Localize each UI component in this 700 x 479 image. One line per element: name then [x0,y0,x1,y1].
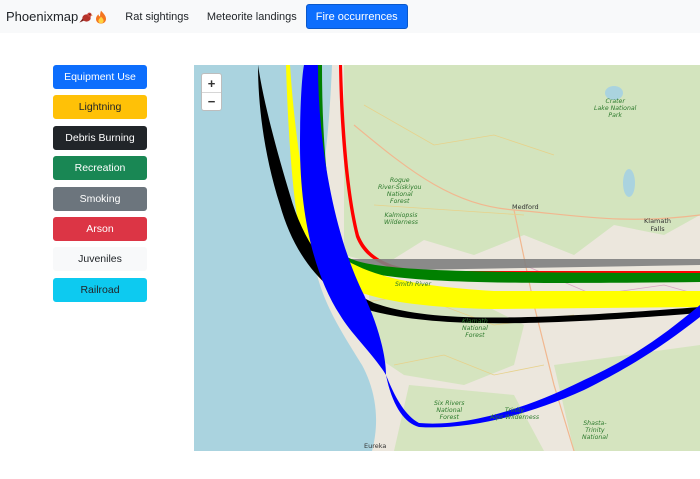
lake [623,169,635,197]
nav-rat-sightings[interactable]: Rat sightings [116,4,198,29]
rogue-river-label: Rogue River-Siskiyou National Forest [378,177,422,205]
brand[interactable]: Phoenixmap [0,0,108,33]
zoom-in-button[interactable]: + [202,74,221,92]
cause-filter-list: Equipment Use Lightning Debris Burning R… [53,65,147,308]
eureka-label: Eureka [364,442,387,450]
zoom-out-button[interactable]: − [202,92,221,110]
klamath-forest-label: Klamath National Forest [462,318,488,339]
filter-railroad-button[interactable]: Railroad [53,277,147,302]
filter-smoking-button[interactable]: Smoking [53,186,147,211]
filter-juveniles-button[interactable]: Juveniles [53,247,147,272]
filter-debris-burning-button[interactable]: Debris Burning [53,125,147,150]
fire-map[interactable]: + − Crater Lake National Park Rogue River-S… [194,65,700,451]
nav-fire-occurrences[interactable]: Fire occurrences [305,4,408,29]
six-rivers-label: Six Rivers National Forest [434,400,465,421]
smith-river-label: Smith River [395,281,432,288]
shasta-trinity-label: Shasta- Trinity National [582,420,608,441]
filter-arson-button[interactable]: Arson [53,216,147,241]
nav-meteorite-landings[interactable]: Meteorite landings [198,4,306,29]
zoom-control: + − [201,73,222,111]
filter-equipment-use-button[interactable]: Equipment Use [53,65,147,89]
fire-icon [94,10,108,24]
filter-recreation-button[interactable]: Recreation [53,156,147,181]
klamath-falls-label: Klamath Falls [644,217,672,233]
filter-lightning-button[interactable]: Lightning [53,95,147,120]
crater-lake-label: Crater Lake National Park [594,98,637,119]
medford-label: Medford [512,203,539,211]
map-canvas [194,65,700,451]
trinity-alps-label: Trinity Alps Wilderness [490,407,540,421]
kalmiopsis-label: Kalmiopsis Wilderness [384,212,419,226]
brand-title: Phoenixmap [6,9,79,24]
bird-icon [79,10,94,24]
navbar: Phoenixmap Rat sightings Meteorite landi… [0,0,700,33]
